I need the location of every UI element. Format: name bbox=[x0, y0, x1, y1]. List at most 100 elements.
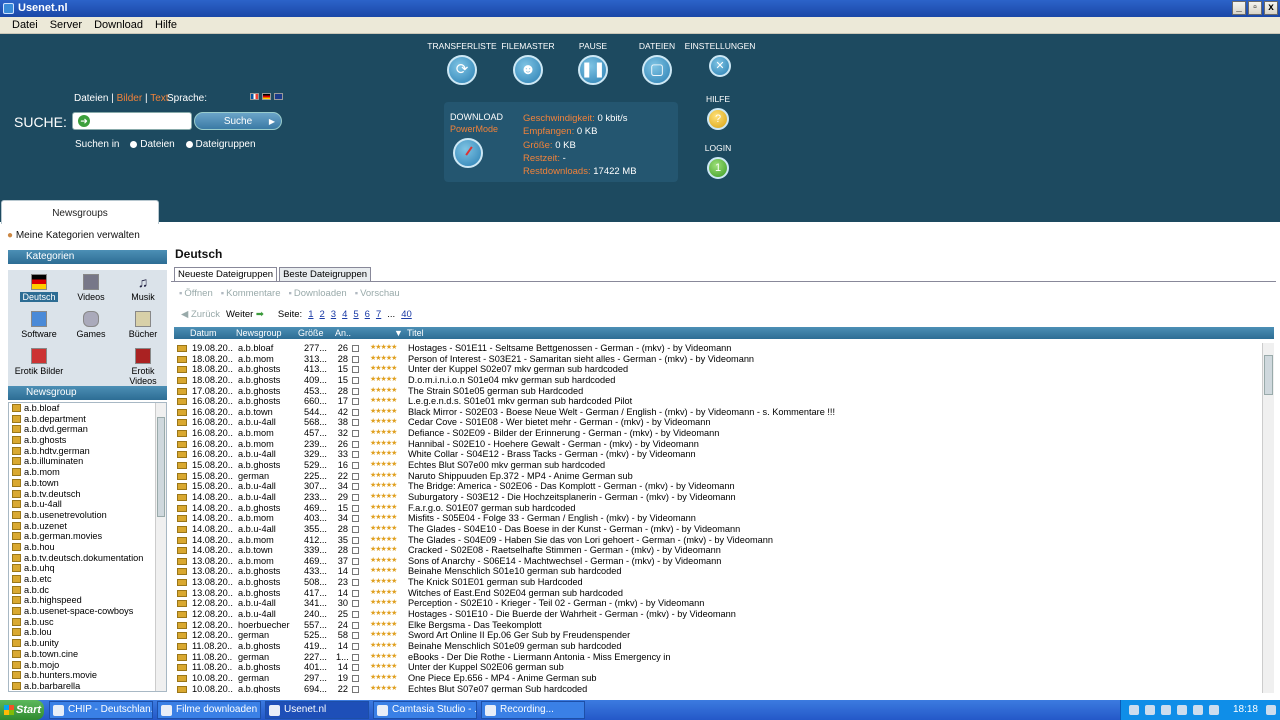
task-usenet[interactable]: Usenet.nl bbox=[265, 701, 369, 719]
table-row[interactable]: 11.08.20.. german 227... 1... ★★★★★ eBooks - … bbox=[174, 652, 1262, 663]
info-icon[interactable] bbox=[352, 430, 359, 438]
table-row[interactable]: 16.08.20.. a.b.u-4all 329... 33 ★★★★★ White C… bbox=[174, 449, 1262, 460]
info-icon[interactable] bbox=[352, 642, 359, 650]
tray-icon[interactable] bbox=[1145, 705, 1155, 715]
info-icon[interactable] bbox=[352, 589, 359, 597]
next-button[interactable]: Weiter ➡ bbox=[226, 309, 264, 320]
preview-button[interactable]: Vorschau bbox=[355, 288, 400, 299]
powermode-label[interactable]: PowerMode bbox=[450, 124, 498, 134]
newsgroup-scrollbar[interactable] bbox=[155, 403, 166, 691]
table-row[interactable]: 12.08.20.. hoerbuecher 557... 24 ★★★★★ Elke B… bbox=[174, 620, 1262, 631]
list-item[interactable]: a.b.lou bbox=[9, 627, 166, 638]
category-erotik-videos[interactable]: Erotik Videos bbox=[117, 348, 169, 386]
tray-icon[interactable] bbox=[1209, 705, 1219, 715]
info-icon[interactable] bbox=[352, 493, 359, 501]
list-item[interactable]: a.b.etc bbox=[9, 574, 166, 585]
info-icon[interactable] bbox=[352, 557, 359, 565]
column-groesse[interactable]: Größe bbox=[298, 327, 324, 339]
newsgroup-scroll-thumb[interactable] bbox=[157, 417, 165, 517]
page-link[interactable]: 4 bbox=[342, 309, 347, 320]
table-row[interactable]: 18.08.20.. a.b.mom 313... 28 ★★★★★ Person of … bbox=[174, 354, 1262, 365]
search-button[interactable]: Suche ▶ bbox=[194, 112, 282, 130]
page-link[interactable]: 7 bbox=[376, 309, 381, 320]
info-icon[interactable] bbox=[352, 451, 359, 459]
list-item[interactable]: a.b.dc bbox=[9, 585, 166, 596]
list-item[interactable]: a.b.hdtv.german bbox=[9, 446, 166, 457]
menu-download[interactable]: Download bbox=[88, 17, 149, 34]
info-icon[interactable] bbox=[352, 366, 359, 374]
info-icon[interactable] bbox=[352, 376, 359, 384]
results-scrollbar[interactable] bbox=[1262, 343, 1274, 693]
table-row[interactable]: 11.08.20.. a.b.ghosts 419... 14 ★★★★★ Beinahe… bbox=[174, 641, 1262, 652]
tray-icon[interactable] bbox=[1177, 705, 1187, 715]
list-item[interactable]: a.b.department bbox=[9, 414, 166, 425]
category-videos[interactable]: Videos bbox=[65, 274, 117, 302]
list-item[interactable]: a.b.uzenet bbox=[9, 521, 166, 532]
back-button[interactable]: ◀ Zurück bbox=[181, 309, 220, 320]
table-row[interactable]: 14.08.20.. a.b.town 339... 28 ★★★★★ Cracked -… bbox=[174, 545, 1262, 556]
page-link[interactable]: 40 bbox=[401, 309, 412, 320]
category-deutsch[interactable]: Deutsch bbox=[13, 274, 65, 302]
maximize-button[interactable]: ▫ bbox=[1248, 1, 1262, 15]
page-link[interactable]: 3 bbox=[331, 309, 336, 320]
info-icon[interactable] bbox=[352, 632, 359, 640]
pause-button[interactable]: PAUSE ❚❚ bbox=[568, 41, 618, 85]
list-item[interactable]: a.b.uhq bbox=[9, 563, 166, 574]
info-icon[interactable] bbox=[352, 483, 359, 491]
table-row[interactable]: 18.08.20.. a.b.ghosts 413... 15 ★★★★★ Unter d… bbox=[174, 364, 1262, 375]
list-item[interactable]: a.b.town bbox=[9, 478, 166, 489]
info-icon[interactable] bbox=[352, 579, 359, 587]
tab-beste-dateigruppen[interactable]: Beste Dateigruppen bbox=[279, 267, 372, 281]
table-row[interactable]: 10.08.20.. german 297... 19 ★★★★★ One Piece E… bbox=[174, 673, 1262, 684]
search-type-text[interactable]: Text bbox=[150, 93, 168, 104]
column-newsgroup[interactable]: Newsgroup bbox=[236, 327, 282, 339]
table-row[interactable]: 11.08.20.. a.b.ghosts 401... 14 ★★★★★ Unter d… bbox=[174, 662, 1262, 673]
info-icon[interactable] bbox=[352, 462, 359, 470]
column-anzahl[interactable]: An.. bbox=[335, 327, 351, 339]
list-item[interactable]: a.b.barbarella bbox=[9, 681, 166, 691]
table-row[interactable]: 14.08.20.. a.b.u-4all 233... 29 ★★★★★ Suburga… bbox=[174, 492, 1262, 503]
table-row[interactable]: 12.08.20.. a.b.u-4all 341... 30 ★★★★★ Percept… bbox=[174, 598, 1262, 609]
open-button[interactable]: Öffnen bbox=[179, 288, 212, 299]
list-item[interactable]: a.b.bloaf bbox=[9, 403, 166, 414]
info-icon[interactable] bbox=[352, 568, 359, 576]
radio-dateien[interactable] bbox=[130, 140, 138, 148]
info-icon[interactable] bbox=[352, 600, 359, 608]
category-games[interactable]: Games bbox=[65, 311, 117, 339]
task-filme[interactable]: Filme downloaden i... bbox=[157, 701, 261, 719]
table-row[interactable]: 19.08.20.. a.b.bloaf 277... 26 ★★★★★ Hostages… bbox=[174, 343, 1262, 354]
table-row[interactable]: 16.08.20.. a.b.mom 457... 32 ★★★★★ Defiance -… bbox=[174, 428, 1262, 439]
tray-icon[interactable] bbox=[1161, 705, 1171, 715]
info-icon[interactable] bbox=[352, 653, 359, 661]
list-item[interactable]: a.b.usenet-space-cowboys bbox=[9, 606, 166, 617]
table-row[interactable]: 16.08.20.. a.b.town 544... 42 ★★★★★ Black Mir… bbox=[174, 407, 1262, 418]
info-icon[interactable] bbox=[352, 355, 359, 363]
speedometer-icon[interactable] bbox=[453, 138, 483, 168]
manage-categories-link[interactable]: ● Meine Kategorien verwalten bbox=[7, 230, 140, 241]
category-buecher[interactable]: Bücher bbox=[117, 311, 169, 339]
results-scroll-thumb[interactable] bbox=[1264, 355, 1273, 395]
search-input[interactable] bbox=[99, 115, 189, 127]
tab-neueste-dateigruppen[interactable]: Neueste Dateigruppen bbox=[174, 267, 278, 281]
minimize-button[interactable]: _ bbox=[1232, 1, 1246, 15]
table-row[interactable]: 16.08.20.. a.b.u-4all 568... 38 ★★★★★ Cedar C… bbox=[174, 417, 1262, 428]
list-item[interactable]: a.b.mom bbox=[9, 467, 166, 478]
tab-newsgroups[interactable]: Newsgroups bbox=[1, 200, 159, 224]
login-button[interactable]: LOGIN 1 bbox=[692, 143, 744, 179]
page-link[interactable]: 2 bbox=[319, 309, 324, 320]
info-icon[interactable] bbox=[352, 440, 359, 448]
menu-datei[interactable]: Datei bbox=[6, 17, 44, 34]
list-item[interactable]: a.b.hou bbox=[9, 542, 166, 553]
category-erotik-bilder[interactable]: Erotik Bilder bbox=[13, 348, 65, 376]
info-icon[interactable] bbox=[352, 345, 359, 352]
list-item[interactable]: a.b.ghosts bbox=[9, 435, 166, 446]
flag-fr-icon[interactable] bbox=[250, 93, 259, 100]
info-icon[interactable] bbox=[352, 547, 359, 555]
close-button[interactable]: x bbox=[1264, 1, 1278, 15]
radio-dateigruppen[interactable] bbox=[185, 140, 193, 148]
list-item[interactable]: a.b.usenetrevolution bbox=[9, 510, 166, 521]
table-row[interactable]: 17.08.20.. a.b.ghosts 453... 28 ★★★★★ The Str… bbox=[174, 386, 1262, 397]
info-icon[interactable] bbox=[352, 419, 359, 427]
table-row[interactable]: 14.08.20.. a.b.mom 403... 34 ★★★★★ Misfits - … bbox=[174, 513, 1262, 524]
table-row[interactable]: 14.08.20.. a.b.mom 412... 35 ★★★★★ The Glades… bbox=[174, 535, 1262, 546]
